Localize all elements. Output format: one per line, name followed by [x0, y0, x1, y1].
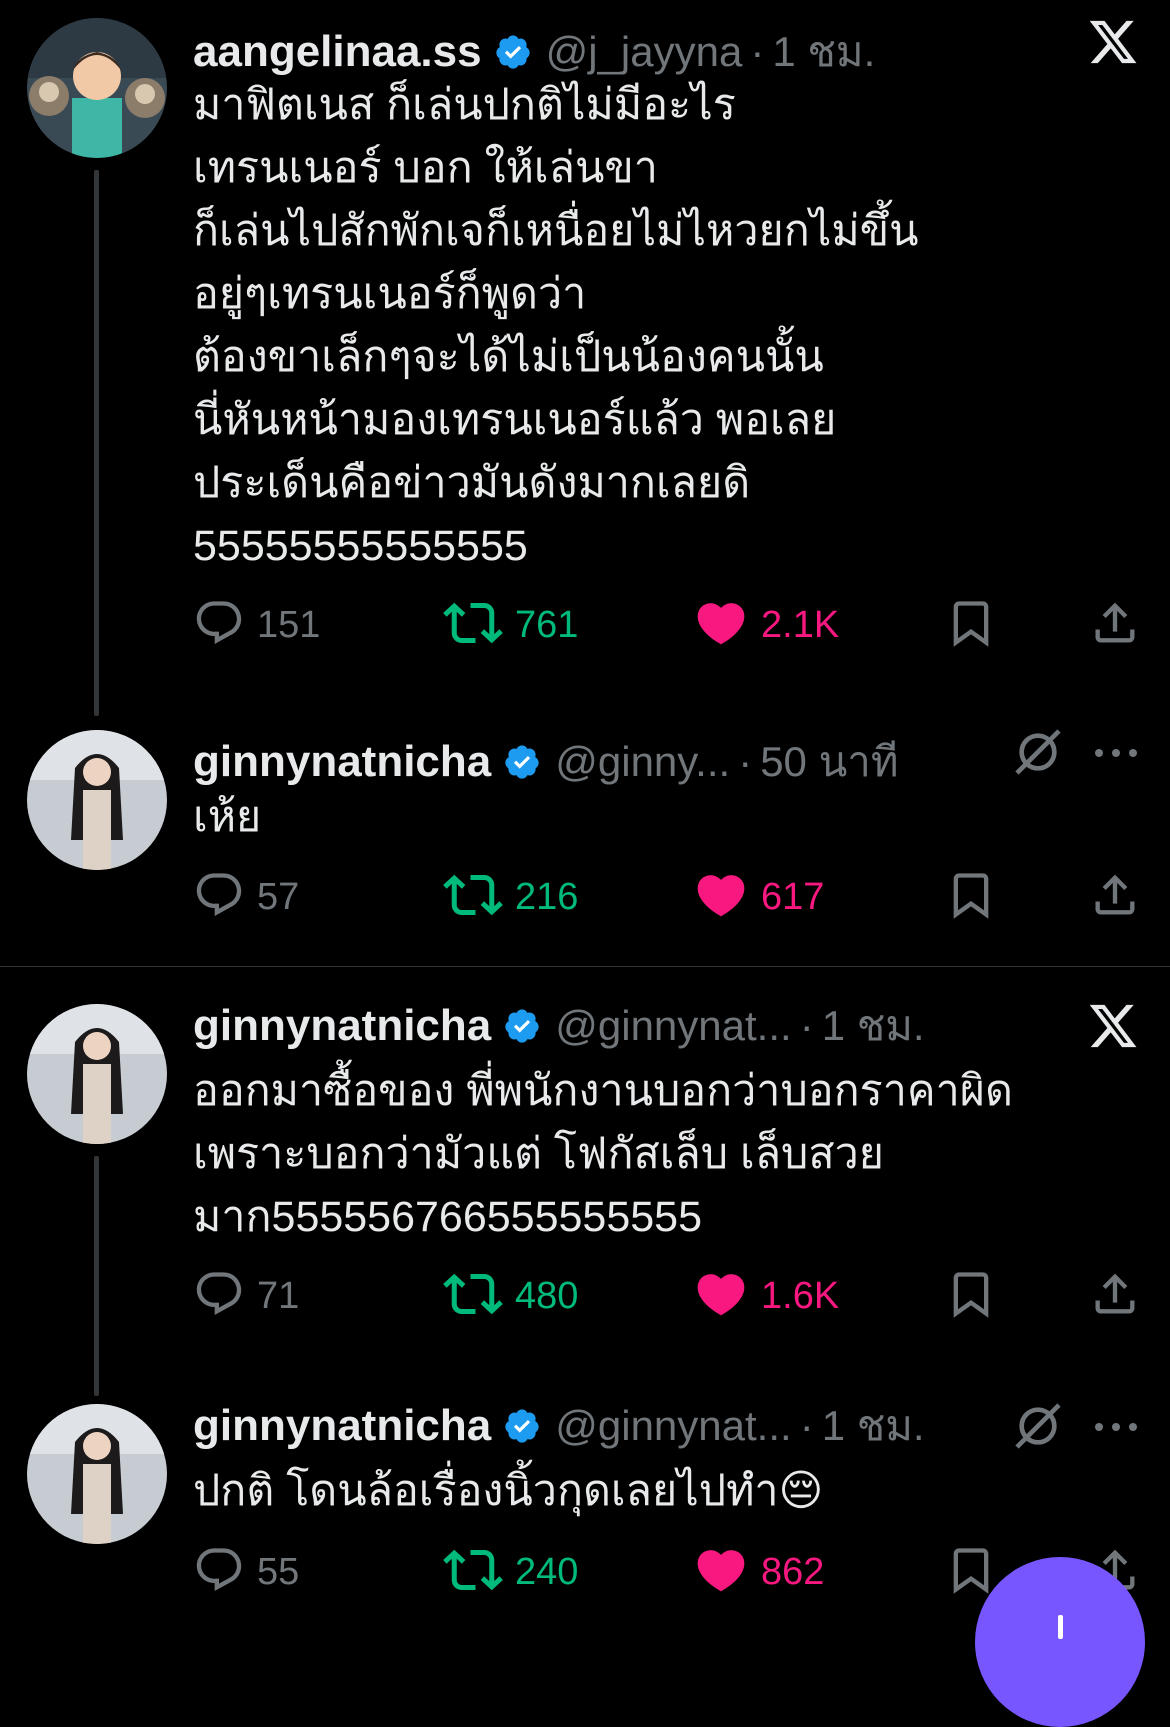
compose-button[interactable] [975, 1557, 1145, 1727]
tweet-actions: 55 240 862 [193, 1542, 1135, 1602]
more-options-icon[interactable] [1093, 1420, 1139, 1438]
share-button[interactable] [1089, 595, 1141, 655]
tweet-text: ออกมาซื้อของ พี่พนักงานบอกว่าบอกราคาผิด … [193, 1067, 1013, 1241]
share-button[interactable] [1089, 1266, 1141, 1326]
retweet-button[interactable]: 761 [443, 595, 578, 655]
like-count: 2.1K [761, 603, 840, 646]
like-button[interactable]: 2.1K [693, 595, 839, 655]
grok-icon[interactable] [1010, 724, 1066, 785]
like-count: 862 [761, 1550, 825, 1593]
share-button[interactable] [1089, 867, 1141, 927]
display-name[interactable]: ginnynatnicha [193, 1401, 491, 1451]
reply-button[interactable]: 71 [193, 1266, 299, 1326]
share-icon [1089, 597, 1141, 654]
retweet-icon [443, 1264, 503, 1329]
display-name[interactable]: ginnynatnicha [193, 737, 491, 787]
divider [0, 966, 1170, 967]
handle[interactable]: @ginnynat... [555, 1402, 791, 1450]
tweet-text: มาฟิตเนส ก็เล่นปกติไม่มีอะไร เทรนเนอร์ บ… [193, 81, 919, 570]
avatar[interactable] [27, 1004, 167, 1144]
heart-icon [693, 1266, 749, 1327]
tweet-text: เห้ย [193, 793, 262, 841]
heart-icon [693, 1542, 749, 1603]
thread-line [94, 170, 99, 716]
retweet-icon [443, 593, 503, 658]
bookmark-button[interactable] [945, 595, 997, 655]
x-logo-icon[interactable] [1087, 16, 1139, 73]
separator-dot: · [799, 1402, 814, 1449]
avatar[interactable] [27, 730, 167, 870]
reply-icon [193, 597, 245, 654]
tweet-header: ginnynatnicha @ginnynat... · 1 ชม. [193, 998, 925, 1054]
share-icon [1089, 1268, 1141, 1325]
thread-line [94, 1156, 99, 1396]
reply-icon [193, 869, 245, 926]
tweet-actions: 71 480 1.6K [193, 1266, 1135, 1326]
like-button[interactable]: 617 [693, 867, 824, 927]
bookmark-icon [945, 1544, 997, 1601]
verified-badge-icon [494, 33, 532, 71]
reply-button[interactable]: 151 [193, 595, 320, 655]
retweet-count: 761 [515, 603, 579, 646]
reply-button[interactable]: 55 [193, 1542, 299, 1602]
reply-count: 57 [257, 875, 300, 918]
timestamp[interactable]: 1 ชม. [822, 1393, 925, 1459]
separator-dot: · [750, 28, 765, 75]
retweet-button[interactable]: 216 [443, 867, 578, 927]
reply-count: 71 [257, 1274, 300, 1317]
bookmark-icon [945, 1268, 997, 1325]
handle[interactable]: @ginnynat... [555, 1002, 791, 1050]
verified-badge-icon [503, 743, 541, 781]
reply-button[interactable]: 57 [193, 867, 299, 927]
heart-icon [693, 595, 749, 656]
heart-icon [693, 867, 749, 928]
retweet-button[interactable]: 480 [443, 1266, 578, 1326]
bookmark-icon [945, 869, 997, 926]
tweet-text: ปกติ โดนล้อเรื่องนิ้วกุดเลยไปทำ😔 [193, 1467, 824, 1515]
display-name[interactable]: ginnynatnicha [193, 1001, 491, 1051]
avatar[interactable] [27, 18, 167, 158]
reply-count: 55 [257, 1550, 300, 1593]
separator-dot: · [738, 738, 753, 785]
verified-badge-icon [503, 1007, 541, 1045]
retweet-count: 480 [515, 1274, 579, 1317]
tweet-actions: 151 761 2.1K [193, 595, 1135, 655]
tweet-header: ginnynatnicha @ginny... · 50 นาที [193, 734, 899, 790]
like-button[interactable]: 1.6K [693, 1266, 839, 1326]
retweet-count: 216 [515, 875, 579, 918]
separator-dot: · [799, 1002, 814, 1049]
compose-icon [1058, 1615, 1063, 1639]
tweet-header: ginnynatnicha @ginnynat... · 1 ชม. [193, 1398, 925, 1454]
reply-icon [193, 1544, 245, 1601]
timestamp[interactable]: 50 นาที [760, 729, 898, 795]
retweet-icon [443, 865, 503, 930]
handle[interactable]: @ginny... [555, 738, 730, 786]
bookmark-button[interactable] [945, 1266, 997, 1326]
like-count: 1.6K [761, 1274, 840, 1317]
reply-count: 151 [257, 603, 321, 646]
handle[interactable]: @j_jayyna [546, 28, 743, 76]
like-count: 617 [761, 875, 825, 918]
retweet-button[interactable]: 240 [443, 1542, 578, 1602]
bookmark-icon [945, 597, 997, 654]
retweet-icon [443, 1540, 503, 1605]
avatar[interactable] [27, 1404, 167, 1544]
grok-icon[interactable] [1010, 1398, 1066, 1459]
x-logo-icon[interactable] [1087, 1000, 1139, 1057]
like-button[interactable]: 862 [693, 1542, 824, 1602]
retweet-count: 240 [515, 1550, 579, 1593]
more-options-icon[interactable] [1093, 746, 1139, 764]
tweet-header: aangelinaa.ss @j_jayyna · 1 ชม. [193, 24, 875, 80]
verified-badge-icon [503, 1407, 541, 1445]
tweet-actions: 57 216 617 [193, 867, 1135, 927]
display-name[interactable]: aangelinaa.ss [193, 27, 482, 77]
reply-icon [193, 1268, 245, 1325]
bookmark-button[interactable] [945, 867, 997, 927]
timestamp[interactable]: 1 ชม. [822, 993, 925, 1059]
share-icon [1089, 869, 1141, 926]
